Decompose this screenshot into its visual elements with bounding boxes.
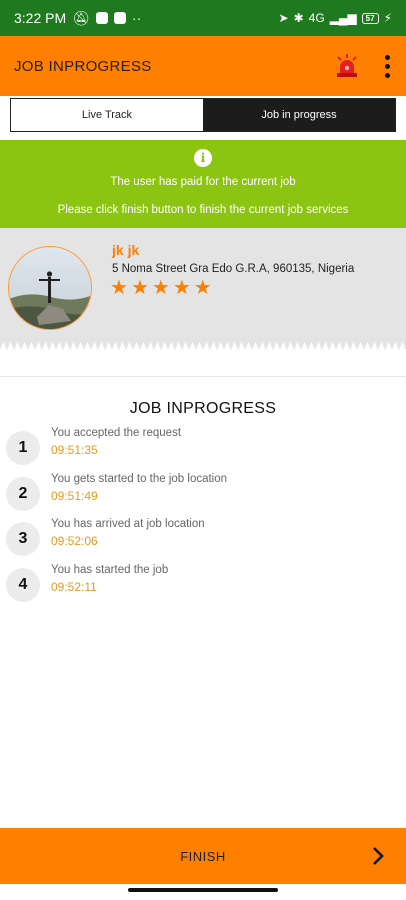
signal-icon: ▂▄▆ — [329, 11, 357, 25]
bluetooth-icon: ✱ — [293, 11, 304, 25]
timeline-title: JOB INPROGRESS — [129, 400, 277, 417]
step-description: You accepted the request — [51, 427, 182, 439]
home-indicator[interactable] — [128, 888, 278, 892]
status-bar: 3:22 PM 🔕︎ ·· ➤ ✱ 4G ▂▄▆ 57 ⚡︎ — [0, 0, 406, 36]
rating-stars: ★ ★ ★ ★ ★ — [110, 278, 212, 298]
star-icon: ★ — [193, 277, 212, 299]
location-icon: ➤ — [278, 11, 289, 25]
step-time: 09:52:06 — [51, 534, 98, 548]
battery-icon: 57 — [361, 12, 379, 24]
tab-live-track[interactable]: Live Track — [11, 99, 203, 131]
step-time: 09:52:11 — [51, 580, 97, 594]
notification-icon — [113, 12, 126, 24]
divider — [0, 376, 406, 377]
step-number: 1 — [6, 431, 40, 465]
star-icon: ★ — [130, 277, 149, 299]
zigzag-edge — [0, 340, 406, 358]
finish-label: FINISH — [180, 848, 226, 864]
status-time: 3:22 PM — [14, 10, 67, 26]
timeline-step: 4 You has started the job 09:52:11 — [6, 564, 400, 604]
charging-icon: ⚡︎ — [383, 11, 392, 25]
step-description: You gets started to the job location — [51, 473, 228, 485]
payment-banner: i The user has paid for the current job … — [0, 140, 406, 228]
mute-icon: 🔕︎ — [72, 9, 90, 26]
more-notifications-icon: ·· — [131, 10, 142, 26]
user-address: 5 Noma Street Gra Edo G.R.A, 960135, Nig… — [112, 263, 355, 275]
step-description: You has started the job — [51, 564, 169, 576]
banner-instruction: Please click finish button to finish the… — [57, 204, 349, 216]
timeline-step: 1 You accepted the request 09:51:35 — [6, 427, 400, 467]
user-card: jk jk 5 Noma Street Gra Edo G.R.A, 96013… — [0, 228, 406, 358]
page-title: JOB INPROGRESS — [14, 57, 152, 75]
banner-message: The user has paid for the current job — [110, 176, 296, 188]
user-name: jk jk — [112, 242, 140, 258]
chevron-right-icon — [373, 847, 384, 865]
star-icon: ★ — [151, 277, 170, 299]
star-icon: ★ — [172, 277, 191, 299]
timeline-step: 3 You has arrived at job location 09:52:… — [6, 518, 400, 558]
step-time: 09:51:49 — [51, 489, 98, 503]
step-number: 4 — [6, 568, 40, 602]
more-vert-icon[interactable] — [382, 54, 392, 78]
notification-icon — [95, 12, 108, 24]
star-icon: ★ — [110, 277, 128, 299]
step-number: 2 — [6, 477, 40, 511]
avatar — [8, 246, 92, 330]
info-icon: i — [194, 149, 212, 167]
siren-icon[interactable] — [334, 53, 360, 79]
network-type: 4G — [308, 11, 325, 25]
finish-button[interactable]: FINISH — [0, 828, 406, 884]
tab-job-in-progress[interactable]: Job in progress — [203, 99, 395, 131]
step-description: You has arrived at job location — [51, 518, 205, 530]
tab-bar: Live Track Job in progress — [10, 98, 396, 132]
app-bar: JOB INPROGRESS — [0, 36, 406, 96]
step-time: 09:51:35 — [51, 443, 98, 457]
timeline-step: 2 You gets started to the job location 0… — [6, 473, 400, 513]
step-number: 3 — [6, 522, 40, 556]
